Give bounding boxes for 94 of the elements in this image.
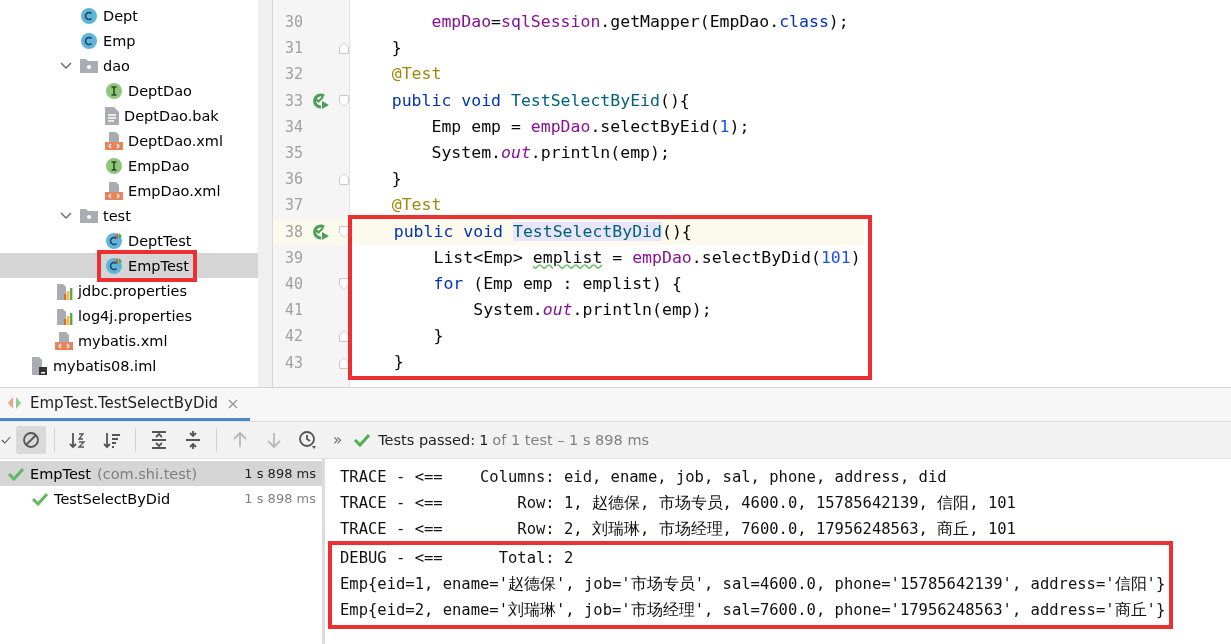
fold-marker-icon[interactable] [339, 225, 349, 238]
code-line: empDao=sqlSession.getMapper(EmpDao.class); [430, 11, 850, 33]
line-number: 31 [283, 39, 303, 58]
code-line: List<Emp> emplist = empDao.selectByDid(101) [432, 246, 862, 269]
xml-file-icon [105, 181, 123, 200]
interface-icon [105, 81, 123, 100]
line-number: 35 [283, 144, 303, 163]
line-number: 33 [283, 91, 303, 110]
tree-item[interactable]: EmpDao.xml [128, 182, 221, 199]
line-number: 41 [283, 301, 303, 320]
fold-marker-icon[interactable] [339, 277, 349, 290]
console-line: TRACE - <== Columns: eid, ename, job, sal, phone, address, did [340, 467, 948, 488]
test-duration: 1 s 898 ms [244, 466, 316, 481]
tree-item[interactable]: DeptDao.xml [128, 132, 223, 149]
tree-item[interactable]: EmpDao [128, 157, 190, 174]
line-number: 32 [283, 65, 303, 84]
test-class-icon [105, 256, 123, 275]
tree-item[interactable]: DeptDao [128, 82, 192, 99]
line-number: 43 [283, 353, 303, 372]
run-test-icon[interactable] [312, 222, 330, 241]
class-icon [80, 31, 98, 50]
code-line: System.out.println(emp); [472, 299, 713, 322]
console-line: DEBUG - <== Total: 2 [340, 548, 575, 569]
test-class-icon [105, 231, 123, 250]
down-arrow-icon [264, 430, 284, 450]
line-number: 40 [283, 274, 303, 293]
chevron-icon[interactable] [60, 61, 72, 70]
tree-item[interactable]: test [103, 207, 131, 224]
code-line: @Test [390, 194, 443, 217]
xml-file-icon [55, 331, 73, 350]
line-number: 38 [283, 222, 303, 241]
console-line: Emp{eid=1, ename='赵德保', job='市场专员', sal=4600.0, phone='15785642139', address='信阳'} [340, 574, 1166, 595]
expand-all-icon [149, 430, 169, 450]
chevron-icon[interactable] [60, 211, 72, 220]
code-line: for (Emp emp : emplist) { [432, 272, 683, 295]
line-number: 42 [283, 327, 303, 346]
code-line: public void TestSelectByEid(){ [390, 89, 691, 112]
tree-item[interactable]: Emp [103, 32, 136, 49]
check-icon [354, 433, 371, 447]
line-number: 39 [283, 248, 303, 267]
test-name[interactable]: TestSelectByDid [54, 490, 171, 507]
line-number: 30 [283, 13, 303, 32]
fold-marker-icon[interactable] [339, 94, 349, 107]
line-number: 37 [283, 196, 303, 215]
xml-file-icon [105, 131, 123, 150]
show-ignored-button[interactable] [16, 426, 46, 454]
fold-end-marker-icon[interactable] [339, 330, 349, 343]
sort-by-duration-icon [102, 430, 122, 450]
code-line: System.out.println(emp); [430, 141, 671, 164]
module-file-icon [30, 356, 48, 375]
folder-icon [80, 58, 98, 73]
tree-item[interactable]: DeptDao.bak [124, 107, 219, 124]
stop-icon [21, 430, 41, 450]
interface-icon [105, 156, 123, 175]
code-line: Emp emp = empDao.selectByEid(1); [430, 115, 751, 138]
tree-item[interactable]: mybatis.xml [78, 332, 168, 349]
run-test-icon[interactable] [312, 91, 330, 110]
test-package: (com.shi.test) [97, 465, 198, 482]
status-detail: of 1 test – 1 s 898 ms [492, 432, 650, 448]
text-file-icon [105, 106, 119, 125]
tree-item[interactable]: DeptTest [128, 232, 192, 249]
history-icon [298, 430, 318, 450]
status-count: 1 [479, 432, 489, 448]
tree-item[interactable]: log4j.properties [78, 307, 192, 324]
tree-item[interactable]: dao [103, 57, 130, 74]
line-number: 34 [283, 117, 303, 136]
fold-end-marker-icon[interactable] [339, 173, 349, 186]
code-line: @Test [390, 63, 443, 86]
tree-item[interactable]: EmpTest [128, 257, 190, 274]
run-config-icon [8, 396, 22, 410]
console-line: Emp{eid=2, ename='刘瑞琳', job='市场经理', sal=7600.0, phone='17956248563', address='商丘'} [340, 600, 1166, 621]
code-line: } [390, 168, 403, 191]
tree-item[interactable]: Dept [103, 7, 138, 24]
code-line: } [432, 325, 445, 348]
fold-end-marker-icon[interactable] [339, 356, 349, 369]
tree-item[interactable]: mybatis08.iml [53, 357, 157, 374]
tree-item[interactable]: jdbc.properties [78, 282, 187, 299]
test-name[interactable]: EmpTest [30, 465, 92, 482]
status-label: Tests passed: [378, 432, 476, 448]
properties-file-icon [55, 306, 73, 325]
code-line: } [392, 351, 405, 374]
class-icon [80, 6, 98, 25]
test-duration: 1 s 898 ms [244, 491, 316, 506]
code-line: } [390, 37, 403, 60]
fold-end-marker-icon[interactable] [339, 42, 349, 55]
line-number: 36 [283, 170, 303, 189]
collapse-all-icon [183, 430, 203, 450]
sort-alphabetically-icon [68, 430, 88, 450]
properties-file-icon [55, 281, 73, 300]
scrollbar[interactable] [258, 0, 273, 387]
more-button[interactable]: » [333, 431, 343, 449]
console-line: TRACE - <== Row: 2, 刘瑞琳, 市场经理, 7600.0, 17956248563, 商丘, 101 [340, 519, 1016, 540]
folder-icon [80, 208, 98, 223]
console-line: TRACE - <== Row: 1, 赵德保, 市场专员, 4600.0, 15785642139, 信阳, 101 [340, 493, 1016, 514]
